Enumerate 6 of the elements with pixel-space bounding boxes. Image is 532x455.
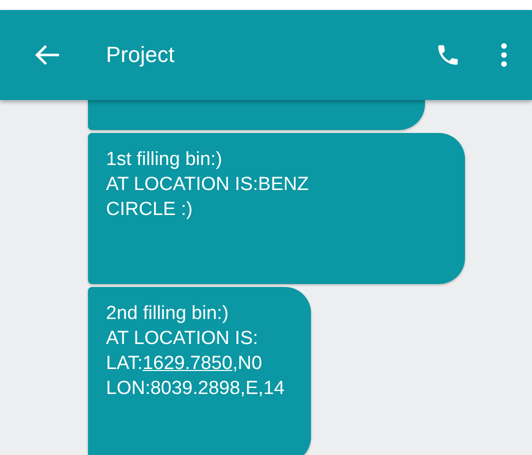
message-link[interactable]: 1629.7850 — [142, 353, 232, 374]
back-arrow-icon[interactable] — [34, 44, 60, 66]
message-text: 1st filling bin:) AT LOCATION IS:BENZ CIRCLE :) — [106, 148, 310, 222]
chat-title: Project — [106, 42, 176, 68]
more-options-icon[interactable] — [501, 43, 507, 67]
message-text: 2nd filling bin:) AT LOCATION IS: LAT:1629.7850,N0 LON:8039.2898,E,14 — [106, 302, 285, 401]
